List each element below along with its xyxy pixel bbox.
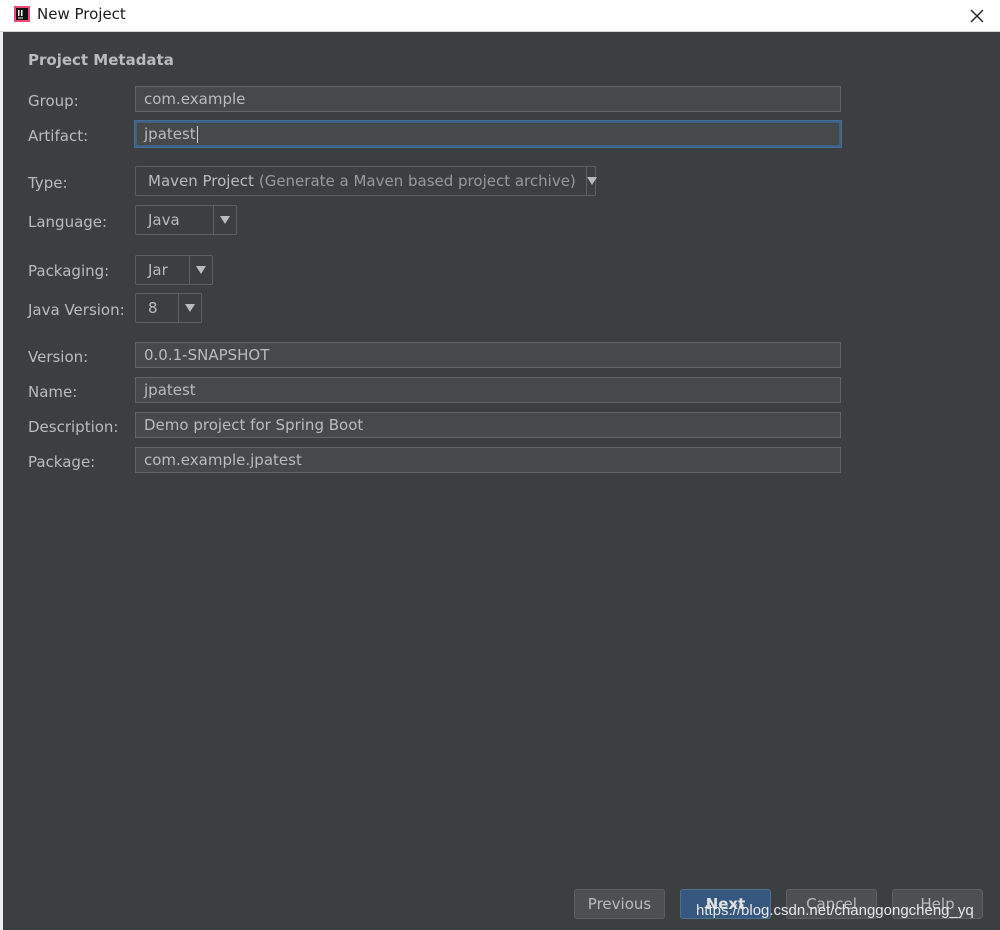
language-dropdown-arrow-icon[interactable] <box>213 206 236 234</box>
watermark-url: https://blog.csdn.net/changgongcheng_yq <box>696 902 974 919</box>
packaging-dropdown-arrow-icon[interactable] <box>189 256 212 284</box>
type-dropdown[interactable]: Maven Project (Generate a Maven based pr… <box>135 166 597 196</box>
text-cursor <box>196 126 198 143</box>
type-dropdown-arrow-icon[interactable] <box>585 167 597 195</box>
close-button[interactable] <box>954 0 1000 31</box>
artifact-value: jpatest <box>144 125 196 143</box>
package-label: Package: <box>28 453 96 471</box>
type-hint: (Generate a Maven based project archive) <box>258 172 576 190</box>
type-label: Type: <box>28 174 68 192</box>
language-label: Language: <box>28 213 108 231</box>
language-value: Java <box>148 211 180 229</box>
packaging-label: Packaging: <box>28 262 110 280</box>
package-field[interactable]: com.example.jpatest <box>135 447 841 473</box>
previous-button[interactable]: Previous <box>574 889 665 919</box>
java-version-dropdown-arrow-icon[interactable] <box>178 294 201 322</box>
version-label: Version: <box>28 348 89 366</box>
artifact-label: Artifact: <box>28 127 89 145</box>
packaging-value: Jar <box>148 261 168 279</box>
version-field[interactable]: 0.0.1-SNAPSHOT <box>135 342 841 368</box>
name-label: Name: <box>28 383 78 401</box>
window-title: New Project <box>37 5 126 23</box>
dialog-content: Project Metadata Group: com.example Arti… <box>3 32 1000 930</box>
group-field[interactable]: com.example <box>135 86 841 112</box>
intellij-idea-icon <box>14 6 30 22</box>
description-field[interactable]: Demo project for Spring Boot <box>135 412 841 438</box>
group-label: Group: <box>28 92 79 110</box>
packaging-dropdown[interactable]: Jar <box>135 255 213 285</box>
java-version-dropdown[interactable]: 8 <box>135 293 202 323</box>
description-label: Description: <box>28 418 119 436</box>
java-version-label: Java Version: <box>28 301 125 319</box>
name-field[interactable]: jpatest <box>135 377 841 403</box>
section-title: Project Metadata <box>28 51 174 69</box>
language-dropdown[interactable]: Java <box>135 205 237 235</box>
close-icon <box>970 9 984 22</box>
java-version-value: 8 <box>148 299 158 317</box>
artifact-field[interactable]: jpatest <box>135 121 841 147</box>
type-value: Maven Project <box>148 172 254 190</box>
title-bar: New Project <box>0 0 1000 32</box>
type-dropdown-value: Maven Project (Generate a Maven based pr… <box>136 167 586 195</box>
